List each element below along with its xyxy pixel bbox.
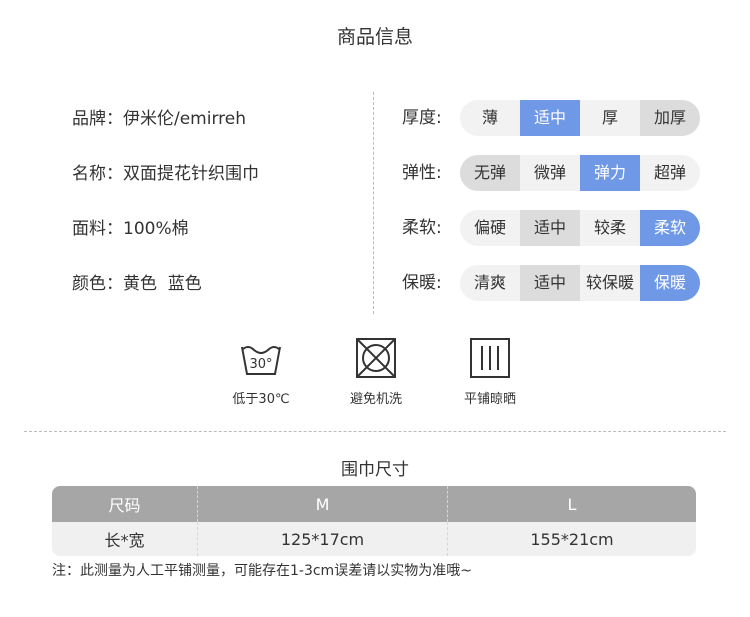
attr-option: 弹力 — [580, 155, 640, 191]
table-cell: 155*21cm — [447, 522, 696, 556]
info-value: 伊米伦/emirreh — [123, 109, 247, 129]
attr-option: 清爽 — [473, 273, 506, 292]
wash-30-icon: 30° — [241, 346, 281, 375]
no-machine-wash-icon — [356, 338, 396, 378]
info-label: 名称： — [72, 164, 123, 184]
attr-row-warmth: 保暖: 清爽 适中 较保暖 保暖 — [402, 265, 700, 320]
page-title: 商品信息 — [336, 26, 413, 48]
attr-label: 弹性: — [402, 163, 442, 183]
info-row-color: 颜色：黄色 蓝色 — [72, 267, 259, 322]
attr-label: 保暖: — [402, 273, 442, 293]
attr-option: 微弹 — [533, 163, 566, 182]
care-label: 平铺晾晒 — [463, 392, 516, 407]
care-label: 低于30℃ — [232, 392, 290, 407]
attr-label: 厚度: — [402, 108, 442, 128]
info-row-name: 名称：双面提花针织围巾 — [72, 157, 259, 212]
attr-option: 柔软 — [640, 210, 700, 246]
attr-scale: 清爽 适中 较保暖 保暖 — [460, 265, 700, 301]
table-header-cell: 尺码 — [52, 486, 197, 522]
care-label: 避免机洗 — [349, 392, 402, 407]
info-label: 面料： — [72, 219, 123, 239]
info-row-fabric: 面料：100%棉 — [72, 212, 259, 267]
attr-scale: 无弹 微弹 弹力 超弹 — [460, 155, 700, 191]
horizontal-divider — [24, 431, 726, 432]
table-header-cell: L — [447, 486, 696, 522]
attr-row-thickness: 厚度: 薄 适中 厚 加厚 — [402, 100, 700, 155]
vertical-divider — [373, 92, 374, 314]
attr-option: 加厚 — [640, 100, 700, 136]
attr-option: 薄 — [481, 108, 498, 127]
attr-option: 偏硬 — [473, 218, 506, 237]
attr-row-elasticity: 弹性: 无弹 微弹 弹力 超弹 — [402, 155, 700, 210]
care-item-dry-flat: 平铺晾晒 — [458, 336, 522, 407]
attr-option: 适中 — [520, 100, 580, 136]
info-value: 黄色 蓝色 — [123, 274, 202, 294]
info-row-brand: 品牌：伊米伦/emirreh — [72, 102, 259, 157]
attr-option: 无弹 — [460, 155, 520, 191]
attr-label: 柔软: — [402, 218, 442, 238]
care-item-no-machine-wash: 避免机洗 — [344, 336, 408, 407]
table-header-row: 尺码 M L — [52, 486, 696, 522]
attr-option: 适中 — [520, 210, 580, 246]
attr-option: 超弹 — [653, 163, 686, 182]
attr-option: 厚 — [601, 108, 618, 127]
attr-option: 较保暖 — [585, 273, 634, 292]
table-cell: 125*17cm — [197, 522, 447, 556]
table-row: 长*宽 125*17cm 155*21cm — [52, 522, 696, 556]
table-cell: 长*宽 — [52, 522, 197, 556]
info-label: 品牌： — [72, 109, 123, 129]
attr-option: 适中 — [520, 265, 580, 301]
attr-row-softness: 柔软: 偏硬 适中 较柔 柔软 — [402, 210, 700, 265]
info-value: 双面提花针织围巾 — [123, 164, 259, 184]
dry-flat-icon — [470, 338, 510, 378]
size-section-title: 围巾尺寸 — [341, 460, 409, 480]
size-table: 尺码 M L 长*宽 125*17cm 155*21cm — [52, 486, 696, 556]
table-header-cell: M — [197, 486, 447, 522]
care-item-wash: 30° 低于30℃ — [228, 336, 294, 407]
attr-scale: 薄 适中 厚 加厚 — [460, 100, 700, 136]
info-label: 颜色： — [72, 274, 123, 294]
attr-option: 保暖 — [640, 265, 700, 301]
attribute-scales: 厚度: 薄 适中 厚 加厚 弹性: 无弹 微弹 弹力 超弹 柔软: 偏硬 适中 … — [402, 100, 700, 320]
wash-temp-text: 30° — [249, 357, 272, 372]
attr-scale: 偏硬 适中 较柔 柔软 — [460, 210, 700, 246]
measurement-note: 注：此测量为人工平铺测量，可能存在1-3cm误差请以实物为准哦~ — [52, 563, 472, 579]
attr-option: 较柔 — [593, 218, 626, 237]
product-info-list: 品牌：伊米伦/emirreh 名称：双面提花针织围巾 面料：100%棉 颜色：黄… — [72, 102, 259, 322]
info-value: 100%棉 — [123, 219, 189, 239]
